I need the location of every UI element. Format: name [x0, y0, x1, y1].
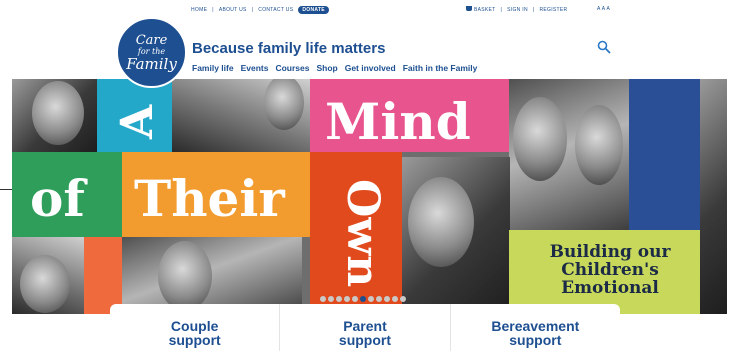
- hero-photo: [509, 79, 629, 230]
- parent-support-card[interactable]: Parent support: [279, 304, 449, 351]
- hero-face: [32, 81, 84, 145]
- bereavement-support-label: Bereavement support: [475, 319, 595, 347]
- card-label-line-2: support: [509, 332, 562, 348]
- couple-support-card[interactable]: Couple support: [110, 304, 279, 351]
- hero-photo: [122, 237, 302, 314]
- hero-photo: [12, 237, 84, 314]
- basket-link[interactable]: BASKET: [466, 6, 496, 13]
- hero-photo: [700, 79, 727, 314]
- separator: |: [251, 7, 254, 13]
- lime-strip: [509, 230, 520, 314]
- hero-word-own: Own: [337, 179, 388, 288]
- basket-icon: [466, 6, 472, 11]
- separator: |: [532, 6, 535, 13]
- carousel-dot[interactable]: [368, 296, 374, 302]
- carousel-dot[interactable]: [352, 296, 358, 302]
- hero-face: [264, 79, 304, 130]
- carousel-dot[interactable]: [320, 296, 326, 302]
- bereavement-support-card[interactable]: Bereavement support: [449, 304, 620, 351]
- hero-face: [408, 177, 474, 267]
- carousel-dot[interactable]: [384, 296, 390, 302]
- carousel-dot[interactable]: [376, 296, 382, 302]
- hero-photo: [12, 79, 97, 152]
- text-size-control[interactable]: A A A: [597, 6, 610, 12]
- register-link[interactable]: REGISTER: [539, 7, 567, 13]
- hero-promo-card[interactable]: Building our Children's Emotional: [520, 230, 700, 314]
- hero-word-a: A: [112, 104, 163, 139]
- parent-support-label: Parent support: [320, 319, 410, 347]
- coral-block: [84, 237, 122, 314]
- card-label-line-2: support: [168, 332, 221, 348]
- nav-faith-in-the-family[interactable]: Faith in the Family: [403, 63, 478, 73]
- utility-links: HOME | ABOUT US | CONTACT US DONATE: [191, 6, 329, 14]
- hero-face: [20, 255, 70, 313]
- hero-face: [513, 97, 567, 181]
- care-for-the-family-logo[interactable]: Care for the Family: [116, 17, 187, 88]
- home-link[interactable]: HOME: [191, 7, 207, 13]
- nav-get-involved[interactable]: Get involved: [345, 63, 396, 73]
- main-navigation: Family life Events Courses Shop Get invo…: [192, 63, 477, 73]
- sign-in-link[interactable]: SIGN IN: [507, 7, 528, 13]
- logo-line-1: Care: [135, 33, 168, 48]
- hero-photo: [402, 157, 510, 314]
- hero-word-of: of: [30, 169, 85, 228]
- carousel-dot[interactable]: [344, 296, 350, 302]
- hero-face: [575, 105, 623, 185]
- carousel-dot[interactable]: [336, 296, 342, 302]
- utility-bar: HOME | ABOUT US | CONTACT US DONATE BASK…: [0, 4, 731, 16]
- account-links: BASKET | SIGN IN | REGISTER: [466, 6, 567, 13]
- carousel-dot[interactable]: [392, 296, 398, 302]
- search-icon[interactable]: [597, 40, 611, 54]
- hero-word-mind: Mind: [325, 92, 471, 151]
- separator: |: [212, 7, 214, 13]
- contact-us-link[interactable]: CONTACT US: [258, 7, 293, 13]
- card-label-line-2: support: [338, 332, 392, 348]
- support-cards: Couple support Parent support Bereavement s…: [110, 304, 620, 351]
- navy-block: [629, 79, 700, 230]
- carousel-dot[interactable]: [328, 296, 334, 302]
- basket-label: BASKET: [474, 7, 496, 13]
- about-us-link[interactable]: ABOUT US: [219, 7, 247, 13]
- site-tagline: Because family life matters: [192, 40, 386, 57]
- carousel-dot[interactable]: [360, 296, 366, 302]
- nav-courses[interactable]: Courses: [275, 63, 309, 73]
- hero-photo: [172, 79, 310, 152]
- hero-word-their: Their: [134, 169, 285, 228]
- nav-shop[interactable]: Shop: [316, 63, 337, 73]
- carousel-dots: [320, 296, 406, 302]
- carousel-dot[interactable]: [400, 296, 406, 302]
- logo-line-3: Family: [126, 55, 177, 73]
- hero-face: [158, 241, 212, 311]
- couple-support-label: Couple support: [150, 319, 240, 347]
- divider: [0, 189, 12, 190]
- donate-button[interactable]: DONATE: [298, 6, 329, 14]
- hero-promo-text: Building our Children's Emotional: [549, 242, 671, 298]
- separator: |: [500, 6, 503, 13]
- nav-events[interactable]: Events: [241, 63, 269, 73]
- hero-banner[interactable]: A Mind of Their Own Building our Childre…: [12, 79, 727, 314]
- nav-family-life[interactable]: Family life: [192, 63, 234, 73]
